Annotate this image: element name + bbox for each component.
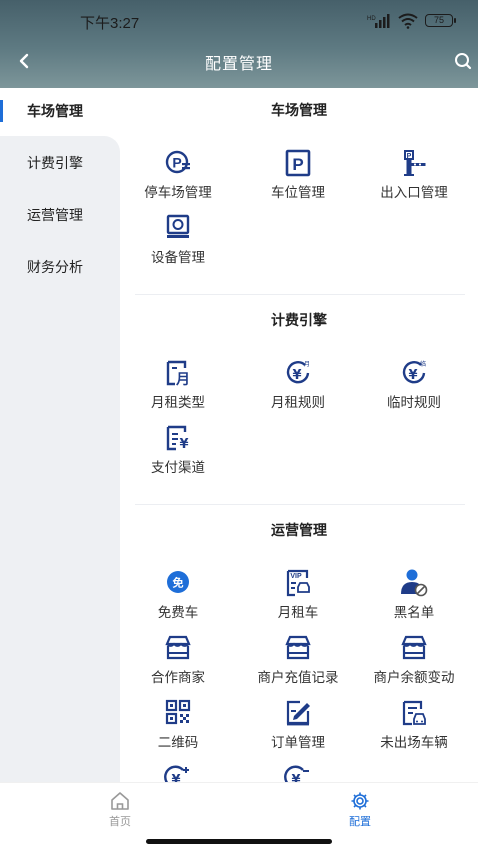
- svg-text:免: 免: [173, 576, 184, 590]
- section-title-parking: 车场管理: [271, 102, 327, 118]
- camera-device-icon: [166, 214, 190, 238]
- tile-label: 免费车: [157, 605, 199, 620]
- svg-text:P: P: [407, 153, 412, 160]
- section-divider: [135, 504, 465, 505]
- tab-config[interactable]: 配置: [310, 791, 410, 829]
- tile-monthly-rule[interactable]: ¥ 月 月租规则: [240, 358, 356, 418]
- tile-monthly-type[interactable]: 月 月租类型: [120, 358, 236, 418]
- svg-text:¥: ¥: [171, 773, 180, 782]
- tile-label: 支付渠道: [151, 460, 205, 475]
- battery-icon: 75: [425, 14, 456, 27]
- tile-merchant-balance[interactable]: 商户余额变动: [356, 633, 472, 693]
- tile-label: 商户充值记录: [257, 670, 339, 685]
- tile-label: 商户余额变动: [373, 670, 455, 685]
- svg-text:¥: ¥: [408, 368, 417, 383]
- tile-label: 订单管理: [271, 735, 325, 750]
- section-title-billing: 计费引擎: [271, 312, 327, 328]
- tile-qr-code[interactable]: 二维码: [120, 698, 236, 758]
- temporary-rule-icon: ¥ 临: [402, 360, 426, 384]
- tile-unexited-vehicle[interactable]: 未出场车辆: [356, 698, 472, 758]
- tile-label: 车位管理: [271, 185, 325, 200]
- tile-parking-space[interactable]: P 车位管理: [240, 148, 356, 208]
- tab-config-label: 配置: [349, 816, 371, 828]
- section-title-operations: 运营管理: [271, 522, 327, 538]
- tile-payment-channel[interactable]: ¥ 支付渠道: [120, 423, 236, 483]
- vip-car-icon: VIP: [286, 569, 310, 597]
- svg-text:P: P: [292, 155, 303, 174]
- gate-barrier-icon: P: [404, 150, 426, 176]
- tile-blacklist[interactable]: 黑名单: [356, 568, 472, 628]
- wifi-icon: [398, 13, 418, 29]
- sidebar-item-billing[interactable]: 计费引擎: [0, 138, 120, 188]
- tile-label: 月租规则: [271, 395, 325, 410]
- tile-merchant-recharge[interactable]: 商户充值记录: [240, 633, 356, 693]
- app-header: 下午3:27 HD 75 配置管理: [0, 0, 478, 88]
- tab-home[interactable]: 首页: [70, 791, 170, 829]
- svg-text:临: 临: [420, 360, 426, 368]
- tile-device[interactable]: 设备管理: [120, 213, 236, 273]
- section-divider: [135, 294, 465, 295]
- tile-free-car[interactable]: 免 免费车: [120, 568, 236, 628]
- tile-label: 临时规则: [387, 395, 441, 410]
- search-icon[interactable]: [452, 50, 474, 72]
- yuan-plus-icon: ¥: [164, 765, 189, 782]
- sidebar-item-parking[interactable]: 车场管理: [0, 86, 120, 136]
- free-car-icon: 免: [167, 571, 189, 593]
- parking-lot-icon: P: [165, 150, 190, 174]
- sidebar-item-operations[interactable]: 运营管理: [0, 190, 120, 240]
- merchant-recharge-icon: [285, 635, 311, 660]
- svg-text:月: 月: [304, 361, 310, 368]
- page-title: 配置管理: [204, 56, 273, 73]
- svg-text:¥: ¥: [179, 437, 188, 452]
- blacklist-user-icon: [401, 569, 428, 597]
- sidebar-item-finance[interactable]: 财务分析: [0, 242, 120, 292]
- svg-text:月: 月: [175, 372, 190, 388]
- tile-label: 月租车: [277, 605, 319, 620]
- category-sidebar: 车场管理 计费引擎 运营管理 财务分析: [0, 88, 120, 782]
- tile-label: 黑名单: [393, 605, 435, 620]
- cellular-signal-icon: HD: [367, 14, 390, 28]
- svg-text:P: P: [172, 155, 181, 171]
- payment-channel-icon: ¥: [166, 425, 189, 452]
- order-edit-icon: [286, 700, 310, 726]
- tile-label: 合作商家: [151, 670, 205, 685]
- tile-yuan-plus[interactable]: ¥: [120, 764, 236, 782]
- settings-gear-icon: [351, 792, 369, 810]
- status-time: 下午3:27: [80, 15, 140, 32]
- home-icon: [111, 792, 129, 810]
- status-bar: 下午3:27 HD 75: [0, 0, 478, 44]
- tile-label: 月租类型: [151, 395, 205, 410]
- tile-label: 出入口管理: [380, 185, 448, 200]
- tile-order-management[interactable]: 订单管理: [240, 698, 356, 758]
- merchant-balance-icon: [401, 635, 427, 660]
- tile-label: 二维码: [157, 735, 199, 750]
- tile-label: 未出场车辆: [380, 735, 448, 750]
- tile-parking-lot[interactable]: P 停车场管理: [120, 148, 236, 208]
- yuan-minus-icon: ¥: [284, 765, 309, 782]
- tile-yuan-minus[interactable]: ¥: [240, 764, 356, 782]
- tile-partner-store[interactable]: 合作商家: [120, 633, 236, 693]
- nav-bar: 配置管理: [0, 44, 478, 78]
- tile-label: 设备管理: [151, 250, 205, 265]
- qr-code-icon: [165, 699, 191, 725]
- tile-gate[interactable]: P 出入口管理: [356, 148, 472, 208]
- unexited-vehicle-icon: [402, 700, 426, 726]
- network-type-label: HD: [367, 16, 376, 22]
- parking-space-icon: P: [285, 149, 311, 177]
- home-indicator: [146, 839, 332, 844]
- monthly-rule-icon: ¥ 月: [286, 360, 310, 384]
- svg-text:¥: ¥: [291, 773, 300, 782]
- partner-store-icon: [165, 635, 191, 660]
- config-content: 车场管理 P 停车场管理 P 车位管理 P 出入口管理 设备管理 计费引擎 月 …: [120, 88, 478, 782]
- svg-text:¥: ¥: [292, 368, 301, 383]
- tile-vip-car[interactable]: VIP 月租车: [240, 568, 356, 628]
- tile-temporary-rule[interactable]: ¥ 临 临时规则: [356, 358, 472, 418]
- tab-home-label: 首页: [109, 816, 131, 828]
- tile-label: 停车场管理: [144, 185, 212, 200]
- monthly-type-icon: 月: [166, 360, 190, 388]
- svg-text:VIP: VIP: [290, 573, 302, 580]
